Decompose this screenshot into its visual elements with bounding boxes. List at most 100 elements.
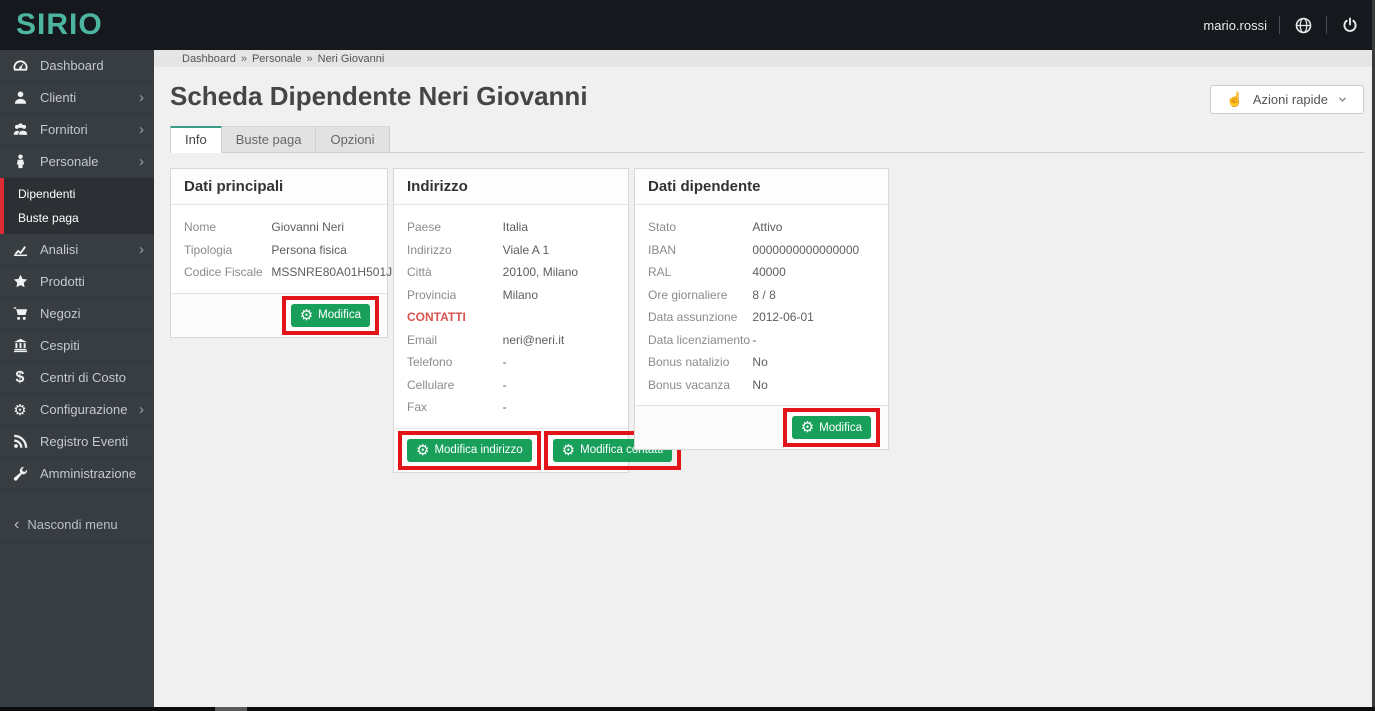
dashboard-icon bbox=[10, 58, 30, 73]
field-label: Tipologia bbox=[184, 242, 233, 257]
annotation-box: ⚙ Modifica bbox=[281, 295, 379, 335]
quick-actions-button[interactable]: ☝ Azioni rapide bbox=[1210, 85, 1364, 114]
field-label: IBAN bbox=[648, 242, 677, 257]
field-row: Email neri@neri.it bbox=[407, 329, 615, 352]
chevron-right-icon: › bbox=[139, 401, 144, 418]
field-value: Persona fisica bbox=[271, 242, 347, 257]
sidebar-item-fornitori[interactable]: Fornitori › bbox=[0, 114, 154, 146]
chevron-right-icon: › bbox=[139, 89, 144, 106]
panel-body: Nome Giovanni Neri Tipologia Persona fisica… bbox=[171, 205, 392, 293]
field-row: Bonus vacanza No bbox=[648, 374, 875, 397]
username: mario.rossi bbox=[1203, 17, 1267, 33]
field-row: Indirizzo Viale A 1 bbox=[407, 239, 615, 262]
panel-body: Stato Attivo IBAN 0000000000000000 RAL 40000 O… bbox=[635, 205, 888, 405]
section-label-contatti: CONTATTI bbox=[407, 310, 466, 324]
gear-icon: ⚙ bbox=[299, 306, 314, 324]
dati-principali-modifica-button[interactable]: ⚙ Modifica bbox=[290, 303, 370, 327]
sidebar-item-prodotti[interactable]: Prodotti bbox=[0, 266, 154, 298]
field-label: Nome bbox=[184, 220, 217, 234]
dati-dipendente-modifica-button[interactable]: ⚙ Modifica bbox=[791, 416, 871, 439]
gear-icon: ⚙ bbox=[800, 419, 815, 436]
tab-info[interactable]: Info bbox=[170, 126, 222, 153]
sidebar-item-label: Fornitori bbox=[40, 122, 88, 137]
field-row: Data assunzione 2012-06-01 bbox=[648, 306, 875, 329]
sidebar-submenu: Dipendenti Buste paga bbox=[0, 178, 154, 234]
field-value: 0000000000000000 bbox=[752, 242, 860, 257]
field-row: Codice Fiscale MSSNRE80A01H501J bbox=[184, 261, 392, 284]
field-label: Data assunzione bbox=[648, 310, 738, 324]
field-row: Nome Giovanni Neri bbox=[184, 216, 374, 239]
quick-actions-label: Azioni rapide bbox=[1252, 92, 1328, 107]
sidebar-item-label: Cespiti bbox=[40, 338, 80, 353]
sidebar-item-clienti[interactable]: Clienti › bbox=[0, 82, 154, 114]
sidebar-item-label: Clienti bbox=[40, 90, 77, 105]
field-value: Milano bbox=[502, 287, 539, 302]
sidebar-item-personale[interactable]: Personale › bbox=[0, 146, 154, 178]
field-value: Italia bbox=[502, 220, 529, 234]
sidebar-item-label: Configurazione bbox=[40, 402, 128, 417]
annotation-box: ⚙ Modifica indirizzo bbox=[398, 430, 541, 470]
breadcrumb-dashboard[interactable]: Dashboard bbox=[182, 53, 236, 65]
sidebar-item-analisi[interactable]: Analisi › bbox=[0, 234, 154, 266]
breadcrumb-neri-giovanni: Neri Giovanni bbox=[317, 52, 385, 65]
sidebar-item-cespiti[interactable]: Cespiti bbox=[0, 330, 154, 362]
rss-icon bbox=[10, 434, 30, 449]
button-label: Modifica indirizzo bbox=[434, 444, 523, 456]
field-label: Provincia bbox=[407, 287, 457, 302]
horizontal-scrollbar-thumb[interactable] bbox=[215, 707, 247, 711]
field-value: - bbox=[752, 332, 757, 347]
sidebar-item-label: Prodotti bbox=[40, 274, 85, 289]
panel-footer: ⚙ Modifica indirizzo ⚙ Modifica contatti bbox=[394, 427, 682, 472]
tab-buste-paga[interactable]: Buste paga bbox=[221, 126, 317, 152]
collapse-menu-label: Nascondi menu bbox=[27, 517, 118, 532]
tab-opzioni[interactable]: Opzioni bbox=[316, 126, 390, 152]
field-label: Paese bbox=[407, 220, 442, 234]
chevron-right-icon: › bbox=[139, 153, 144, 170]
field-label: Data licenziamento bbox=[648, 332, 751, 347]
field-value: MSSNRE80A01H501J bbox=[271, 265, 393, 279]
user-icon bbox=[10, 90, 30, 105]
field-label: Città bbox=[407, 265, 432, 279]
submenu-item-buste-paga[interactable]: Buste paga bbox=[4, 206, 154, 230]
tab-bar: Info Buste paga Opzioni bbox=[170, 126, 1364, 153]
field-value: 40000 bbox=[752, 265, 786, 279]
sidebar-item-label: Centri di Costo bbox=[40, 370, 126, 385]
cart-icon bbox=[10, 306, 30, 321]
sidebar-item-amministrazione[interactable]: Amministrazione bbox=[0, 458, 154, 490]
sidebar-item-configurazione[interactable]: ⚙ Configurazione › bbox=[0, 394, 154, 426]
indirizzo-modifica-indirizzo-button[interactable]: ⚙ Modifica indirizzo bbox=[407, 438, 532, 462]
field-value: 2012-06-01 bbox=[752, 310, 814, 324]
field-label: Codice Fiscale bbox=[184, 265, 263, 279]
field-row: Paese Italia bbox=[407, 216, 615, 239]
field-row: Telefono - bbox=[407, 351, 615, 374]
collapse-menu-button[interactable]: ‹ Nascondi menu bbox=[0, 507, 154, 543]
button-label: Modifica bbox=[318, 309, 361, 321]
breadcrumb-personale[interactable]: Personale bbox=[252, 53, 302, 65]
breadcrumb-separator: » bbox=[306, 52, 313, 65]
sidebar-item-dashboard[interactable]: Dashboard bbox=[0, 50, 154, 82]
field-row: Bonus natalizio No bbox=[648, 351, 875, 374]
field-row: Città 20100, Milano bbox=[407, 261, 615, 284]
gear-icon: ⚙ bbox=[561, 441, 576, 459]
users-icon bbox=[10, 122, 30, 137]
bank-icon bbox=[10, 338, 30, 353]
field-label: Email bbox=[407, 332, 438, 347]
globe-icon[interactable] bbox=[1292, 14, 1314, 36]
field-value: - bbox=[502, 377, 507, 392]
field-row: Ore giornaliere 8 / 8 bbox=[648, 284, 875, 307]
panel-footer: ⚙ Modifica bbox=[171, 292, 387, 337]
sidebar-item-registro-eventi[interactable]: Registro Eventi bbox=[0, 426, 154, 458]
field-row: Provincia Milano bbox=[407, 284, 615, 307]
power-icon[interactable] bbox=[1339, 14, 1361, 36]
main-area: Dashboard » Personale » Neri Giovanni Scheda… bbox=[154, 50, 1372, 707]
chevron-left-icon: ‹ bbox=[14, 515, 20, 533]
panel-title: Dati principali bbox=[171, 169, 387, 205]
sidebar-item-label: Amministrazione bbox=[40, 466, 137, 481]
field-row: Stato Attivo bbox=[648, 216, 875, 239]
gear-icon: ⚙ bbox=[416, 441, 430, 459]
sidebar-item-centri-di-costo[interactable]: $ Centri di Costo bbox=[0, 362, 154, 394]
sidebar-item-negozi[interactable]: Negozi bbox=[0, 298, 154, 330]
field-value: No bbox=[752, 355, 768, 369]
panel-footer: ⚙ Modifica bbox=[635, 405, 888, 449]
submenu-item-dipendenti[interactable]: Dipendenti bbox=[4, 182, 154, 206]
